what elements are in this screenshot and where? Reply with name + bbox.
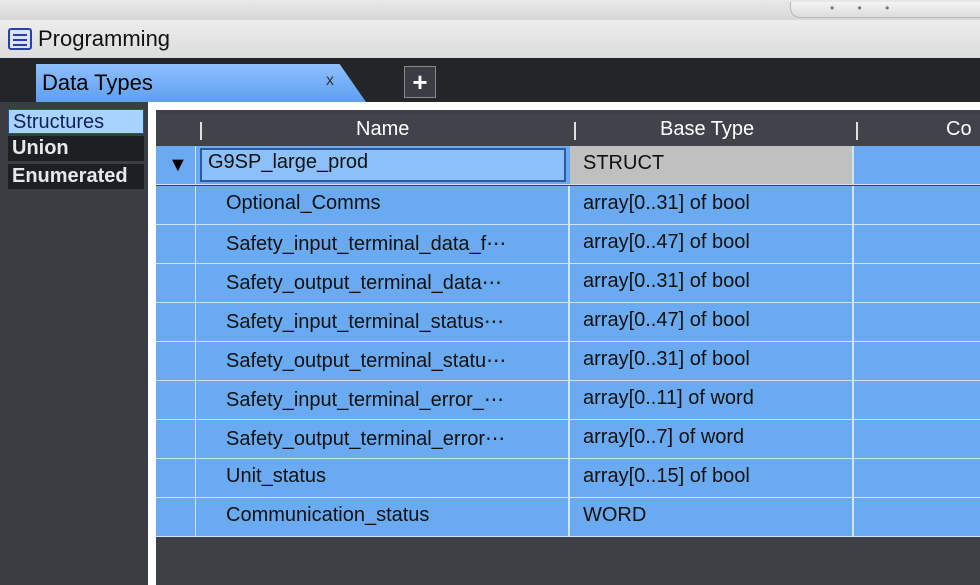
member-base-type: array[0..7] of word [583,426,745,448]
cell-divider [568,459,570,498]
tab-close-icon[interactable]: x [326,72,334,90]
member-name: Safety_output_terminal_error⋯ [226,428,506,450]
side-item-structures[interactable]: Structures [8,109,144,134]
tab-bar: Data Types x [0,58,980,102]
header-comment[interactable]: Co [946,118,972,141]
member-base-type: array[0..31] of bool [583,192,750,214]
struct-name: G9SP_large_prod [208,151,369,173]
member-base-type: array[0..31] of bool [583,348,750,370]
column-divider[interactable] [200,122,202,140]
cell-divider [568,186,570,225]
cell-divider [852,342,854,381]
window-title: Programming [38,26,171,51]
member-base-type: array[0..31] of bool [583,270,750,292]
table-row-root[interactable]: ▼ G9SP_large_prod STRUCT [156,146,980,185]
cell-divider [852,146,854,185]
row-gutter [156,264,196,302]
data-type-table: Name Base Type Co ▼ G9SP_large_prod STRU… [156,110,980,585]
cell-divider [852,381,854,420]
member-base-type: array[0..47] of bool [583,231,750,253]
row-gutter [156,186,196,224]
struct-base-type: STRUCT [583,152,665,174]
table-row[interactable]: Safety_output_terminal_data⋯ array[0..31… [156,264,980,303]
cell-divider [852,459,854,498]
cell-divider [852,498,854,537]
list-window-icon [8,28,32,50]
cell-divider [568,498,570,537]
cell-divider [852,303,854,342]
row-gutter [156,420,196,458]
panel-border-top [148,102,980,110]
table-row[interactable]: Safety_output_terminal_statu⋯ array[0..3… [156,342,980,381]
member-name: Safety_output_terminal_data⋯ [226,272,502,294]
table-row[interactable]: Safety_output_terminal_error⋯ array[0..7… [156,420,980,459]
cell-divider [568,225,570,264]
header-base-type[interactable]: Base Type [660,118,754,141]
member-base-type: array[0..11] of word [583,387,754,409]
member-base-type: WORD [583,504,647,526]
cell-divider [852,225,854,264]
table-row[interactable]: Safety_input_terminal_error_⋯ array[0..1… [156,381,980,420]
row-gutter [156,303,196,341]
row-gutter [156,498,196,536]
member-name: Safety_output_terminal_statu⋯ [226,350,507,372]
member-base-type: array[0..15] of bool [583,465,750,487]
header-name[interactable]: Name [356,118,409,141]
table-row[interactable]: Unit_status array[0..15] of bool [156,459,980,498]
side-item-enumerated[interactable]: Enumerated [8,164,144,189]
table-row[interactable]: Communication_status WORD [156,498,980,537]
table-row[interactable]: Optional_Comms array[0..31] of bool [156,186,980,225]
cell-divider [568,342,570,381]
tab-label: Data Types [42,70,153,95]
member-name: Unit_status [226,465,327,487]
cell-divider [568,420,570,459]
row-gutter [156,459,196,497]
column-divider[interactable] [856,122,858,140]
panel-border-left [148,102,156,585]
member-name: Communication_status [226,504,430,526]
title-bar: Programming [0,20,980,58]
cell-divider [852,186,854,225]
cell-divider [852,264,854,303]
expand-arrow-icon[interactable]: ▼ [168,154,188,177]
table-row[interactable]: Safety_input_terminal_status⋯ array[0..4… [156,303,980,342]
tab-data-types[interactable]: Data Types x [36,64,366,102]
row-gutter [156,342,196,380]
add-tab-button[interactable]: + [404,66,436,98]
cell-divider [568,381,570,420]
member-name: Optional_Comms [226,192,381,214]
cell-divider [568,303,570,342]
grip-dots: • • • [830,1,900,15]
column-divider[interactable] [574,122,576,140]
member-base-type: array[0..47] of bool [583,309,750,331]
row-gutter [156,381,196,419]
top-strip: • • • [0,0,980,20]
member-name: Safety_input_terminal_data_f⋯ [226,233,507,255]
table-header: Name Base Type Co [156,114,980,146]
member-name: Safety_input_terminal_error_⋯ [226,389,504,411]
cell-divider [568,264,570,303]
type-category-panel: Structures Union Enumerated [0,102,152,585]
member-name: Safety_input_terminal_status⋯ [226,311,504,333]
table-row[interactable]: Safety_input_terminal_data_f⋯ array[0..4… [156,225,980,264]
cell-divider [852,420,854,459]
row-gutter [156,225,196,263]
side-item-union[interactable]: Union [8,136,144,161]
